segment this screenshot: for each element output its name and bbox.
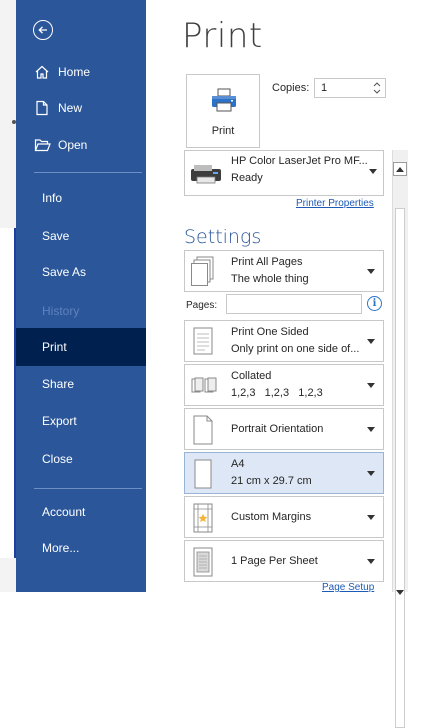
sidebar-item-label: Save As xyxy=(42,265,87,279)
back-arrow-icon xyxy=(38,26,47,34)
sidebar-item-open[interactable]: Open xyxy=(16,126,146,164)
sidebar-item-label: Print xyxy=(42,340,67,354)
sidebar-item-label: History xyxy=(42,304,80,318)
printer-dropdown[interactable]: HP Color LaserJet Pro MF... Ready xyxy=(184,150,384,196)
chevron-down-icon xyxy=(367,339,375,344)
print-pane: Print Print Copies: 1 HP Color LaserJet … xyxy=(146,0,424,593)
pages-input[interactable] xyxy=(226,294,362,314)
sidebar-item-label: Close xyxy=(42,452,73,466)
printer-name: HP Color LaserJet Pro MF... xyxy=(231,155,368,167)
backstage-sidebar: Home New Open Info Save Save As History … xyxy=(16,0,146,592)
sidebar-item-share[interactable]: Share xyxy=(16,365,146,403)
page-title: Print xyxy=(182,16,263,56)
sidebar-item-export[interactable]: Export xyxy=(16,402,146,440)
margins-dropdown[interactable]: Custom Margins xyxy=(184,496,384,538)
one-sided-icon xyxy=(191,326,215,363)
page-setup-link[interactable]: Page Setup xyxy=(322,582,374,593)
info-icon[interactable]: i xyxy=(367,296,382,311)
option-title: Custom Margins xyxy=(231,511,312,523)
sidebar-item-save[interactable]: Save xyxy=(16,217,146,255)
margins-icon xyxy=(191,503,215,538)
option-title: Collated xyxy=(231,370,272,382)
option-title: 1 Page Per Sheet xyxy=(231,555,318,567)
print-button-label: Print xyxy=(211,125,235,137)
sides-dropdown[interactable]: Print One Sided Only print on one side o… xyxy=(184,320,384,362)
option-title: Print All Pages xyxy=(231,256,303,268)
sidebar-item-label: Save xyxy=(42,229,70,243)
pages-label: Pages: xyxy=(186,300,218,311)
sidebar-item-history: History xyxy=(16,292,146,330)
settings-heading: Settings xyxy=(184,226,262,248)
sidebar-item-account[interactable]: Account xyxy=(16,493,146,531)
sidebar-item-label: Export xyxy=(42,414,77,428)
printer-icon xyxy=(210,87,238,118)
printer-properties-link[interactable]: Printer Properties xyxy=(296,198,374,209)
background-stripe xyxy=(0,228,16,558)
option-title: Print One Sided xyxy=(231,326,309,338)
portrait-page-icon xyxy=(191,415,215,450)
orientation-dropdown[interactable]: Portrait Orientation xyxy=(184,408,384,450)
sidebar-item-label: Info xyxy=(42,191,63,205)
back-arrow-button[interactable] xyxy=(33,20,53,40)
sidebar-item-label: Home xyxy=(58,65,91,79)
collation-dropdown[interactable]: Collated 1,2,3 1,2,3 1,2,3 xyxy=(184,364,384,406)
print-button[interactable]: Print xyxy=(186,74,260,148)
copies-value: 1 xyxy=(321,82,328,94)
sidebar-item-new[interactable]: New xyxy=(16,89,146,127)
chevron-down-icon xyxy=(396,590,404,595)
chevron-up-icon xyxy=(396,167,404,172)
scroll-down-button[interactable] xyxy=(393,584,407,595)
settings-scrollbar[interactable] xyxy=(392,150,408,728)
copies-stepper[interactable]: 1 xyxy=(314,78,386,98)
paper-size-dropdown[interactable]: A4 21 cm x 29.7 cm xyxy=(184,452,384,494)
option-subtitle: 1,2,3 1,2,3 1,2,3 xyxy=(231,387,323,399)
printer-device-icon xyxy=(189,163,223,190)
collated-icon xyxy=(191,377,221,400)
option-subtitle: Only print on one side of... xyxy=(231,343,360,355)
printer-status: Ready xyxy=(231,172,263,184)
sidebar-item-save-as[interactable]: Save As xyxy=(16,253,146,291)
option-subtitle: 21 cm x 29.7 cm xyxy=(231,475,312,487)
sidebar-item-label: Account xyxy=(42,505,86,519)
option-title: A4 xyxy=(231,458,245,470)
chevron-down-icon xyxy=(367,269,375,274)
chevron-down-icon xyxy=(369,169,377,174)
pages-per-sheet-icon xyxy=(191,547,215,582)
print-range-dropdown[interactable]: Print All Pages The whole thing xyxy=(184,250,384,292)
background-document-edge xyxy=(0,0,16,592)
sidebar-item-label: New xyxy=(58,101,83,115)
sidebar-item-home[interactable]: Home xyxy=(16,53,146,91)
option-title: Portrait Orientation xyxy=(231,423,324,435)
chevron-down-icon xyxy=(367,383,375,388)
chevron-down-icon xyxy=(367,559,375,564)
paper-size-icon xyxy=(191,459,215,494)
sidebar-divider xyxy=(34,488,142,489)
sidebar-item-close[interactable]: Close xyxy=(16,440,146,478)
sidebar-item-label: More... xyxy=(42,541,80,555)
scroll-thumb[interactable] xyxy=(395,208,405,728)
scroll-up-button[interactable] xyxy=(393,162,407,176)
chevron-down-icon xyxy=(367,427,375,432)
home-icon xyxy=(33,64,51,80)
sidebar-item-label: Share xyxy=(42,377,75,391)
open-folder-icon xyxy=(33,137,51,153)
chevron-down-icon xyxy=(367,471,375,476)
new-document-icon xyxy=(33,100,51,116)
pages-per-sheet-dropdown[interactable]: 1 Page Per Sheet xyxy=(184,540,384,582)
sidebar-divider xyxy=(34,172,142,173)
pages-stack-icon xyxy=(191,256,215,293)
sidebar-item-print[interactable]: Print xyxy=(16,328,146,366)
sidebar-item-info[interactable]: Info xyxy=(16,179,146,217)
chevron-down-icon xyxy=(367,515,375,520)
sidebar-item-more[interactable]: More... xyxy=(16,529,146,567)
option-subtitle: The whole thing xyxy=(231,273,309,285)
spin-arrows-icon[interactable] xyxy=(372,80,382,96)
copies-label: Copies: xyxy=(272,82,310,94)
sidebar-item-label: Open xyxy=(58,138,88,152)
